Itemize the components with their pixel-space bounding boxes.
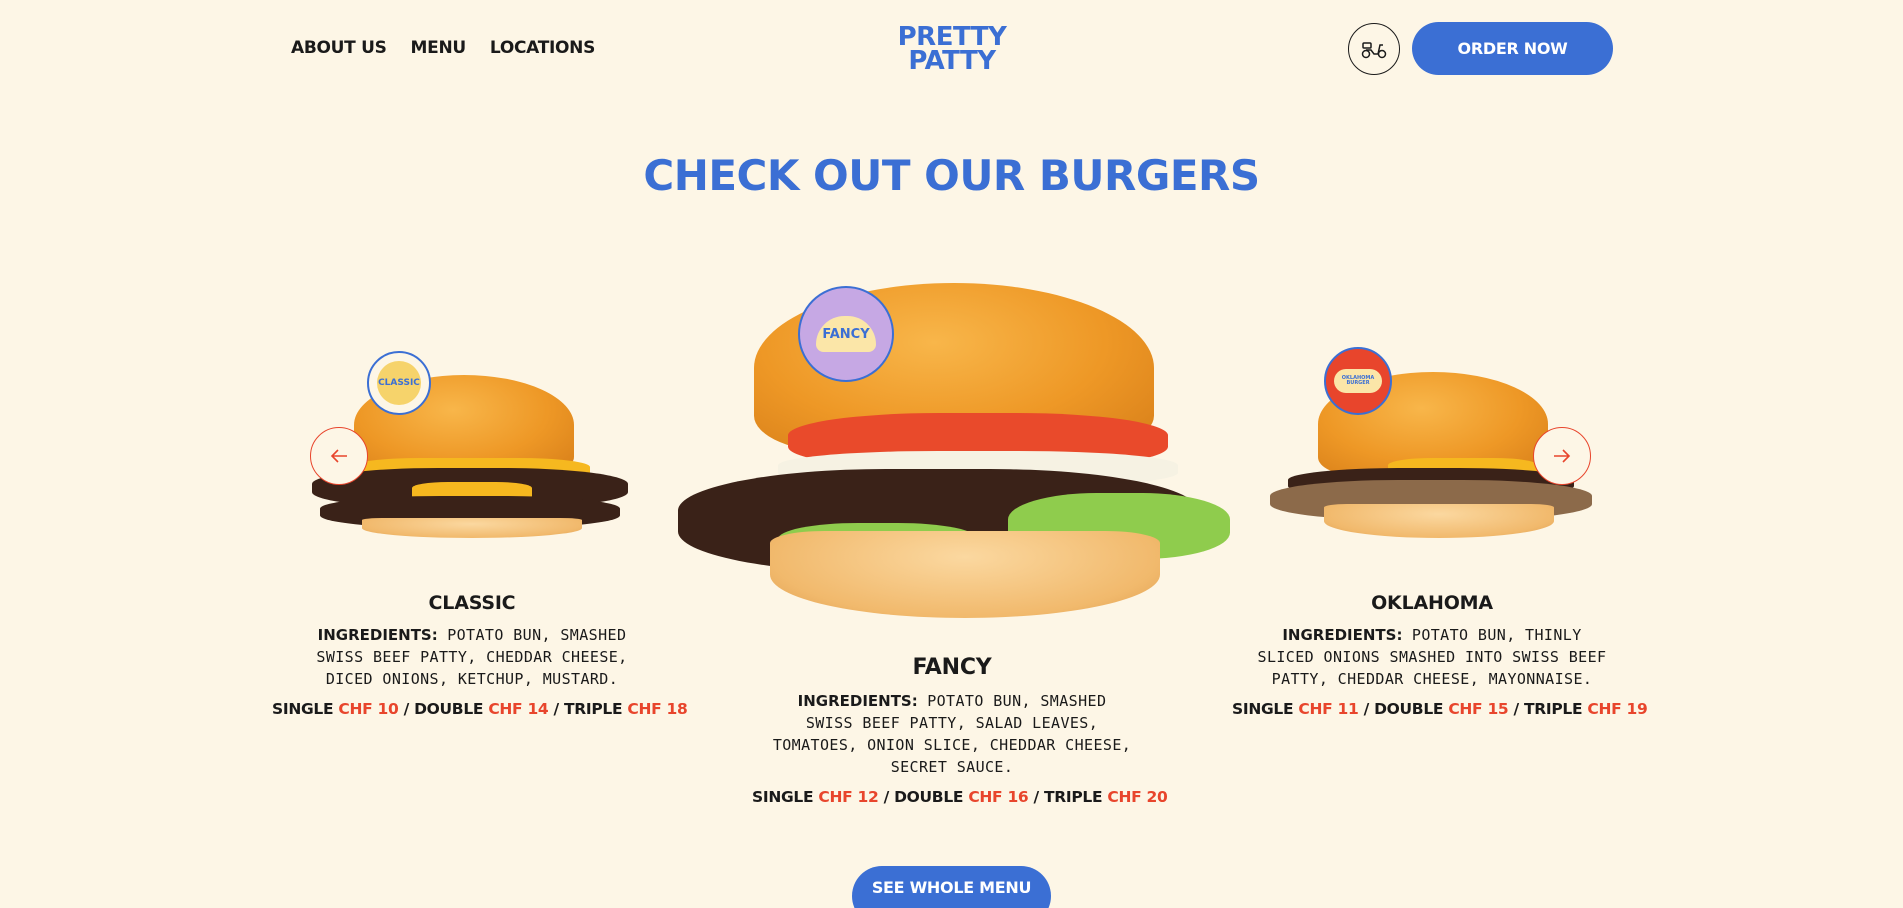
brand-logo[interactable]: PRETTY PATTY xyxy=(896,24,1008,76)
burger-prices: SINGLE CHF 12 / DOUBLE CHF 16 / TRIPLE C… xyxy=(752,788,1168,806)
burger-name: OKLAHOMA xyxy=(1371,592,1493,614)
burger-ingredients: INGREDIENTS: POTATO BUN, SMASHED SWISS B… xyxy=(752,690,1152,778)
double-price: CHF 16 xyxy=(968,788,1029,806)
carousel-next-button[interactable] xyxy=(1533,427,1591,485)
triple-label: / TRIPLE xyxy=(553,700,623,718)
nav-about-us[interactable]: ABOUT US xyxy=(291,38,387,58)
ingredients-label: INGREDIENTS: xyxy=(317,626,438,644)
single-label: SINGLE xyxy=(1232,700,1294,718)
triple-price: CHF 18 xyxy=(627,700,688,718)
triple-price: CHF 19 xyxy=(1587,700,1648,718)
burger-card-fancy: FANCY INGREDIENTS: POTATO BUN, SMASHED S… xyxy=(752,655,1168,806)
ingredients-label: INGREDIENTS: xyxy=(1282,626,1403,644)
ingredients-label: INGREDIENTS: xyxy=(797,692,918,710)
nav-menu[interactable]: MENU xyxy=(411,38,467,58)
single-price: CHF 11 xyxy=(1298,700,1359,718)
section-title: CHECK OUT OUR BURGERS xyxy=(643,151,1260,200)
double-label: / DOUBLE xyxy=(403,700,484,718)
burger-ingredients: INGREDIENTS: POTATO BUN, THINLY SLICED O… xyxy=(1232,624,1632,690)
single-label: SINGLE xyxy=(272,700,334,718)
logo-line-2: PATTY xyxy=(908,46,996,76)
single-label: SINGLE xyxy=(752,788,814,806)
single-price: CHF 12 xyxy=(818,788,879,806)
order-now-button[interactable]: ORDER NOW xyxy=(1412,22,1613,75)
burger-card-oklahoma: OKLAHOMA INGREDIENTS: POTATO BUN, THINLY… xyxy=(1232,592,1648,718)
burger-name: CLASSIC xyxy=(428,592,516,614)
nav-locations[interactable]: LOCATIONS xyxy=(490,38,595,58)
fancy-burger-image xyxy=(678,283,1234,618)
burger-prices: SINGLE CHF 10 / DOUBLE CHF 14 / TRIPLE C… xyxy=(272,700,688,718)
triple-label: / TRIPLE xyxy=(1033,788,1103,806)
arrow-left-icon xyxy=(330,449,347,463)
delivery-button[interactable] xyxy=(1348,23,1400,75)
triple-price: CHF 20 xyxy=(1107,788,1168,806)
double-label: / DOUBLE xyxy=(1363,700,1444,718)
scooter-icon xyxy=(1361,42,1387,59)
burger-prices: SINGLE CHF 11 / DOUBLE CHF 15 / TRIPLE C… xyxy=(1232,700,1648,718)
oklahoma-badge: OKLAHOMA BURGER xyxy=(1324,347,1392,415)
classic-badge: CLASSIC xyxy=(367,351,431,415)
double-label: / DOUBLE xyxy=(883,788,964,806)
burger-ingredients: INGREDIENTS: POTATO BUN, SMASHED SWISS B… xyxy=(272,624,672,690)
see-whole-menu-button[interactable]: SEE WHOLE MENU xyxy=(852,866,1051,908)
burger-name: FANCY xyxy=(912,655,992,680)
main-nav: ABOUT US MENU LOCATIONS xyxy=(291,38,595,58)
double-price: CHF 14 xyxy=(488,700,549,718)
double-price: CHF 15 xyxy=(1448,700,1509,718)
fancy-badge: FANCY xyxy=(798,286,894,382)
carousel-prev-button[interactable] xyxy=(310,427,368,485)
burger-card-classic: CLASSIC INGREDIENTS: POTATO BUN, SMASHED… xyxy=(272,592,688,718)
triple-label: / TRIPLE xyxy=(1513,700,1583,718)
single-price: CHF 10 xyxy=(338,700,399,718)
arrow-right-icon xyxy=(1554,449,1571,463)
